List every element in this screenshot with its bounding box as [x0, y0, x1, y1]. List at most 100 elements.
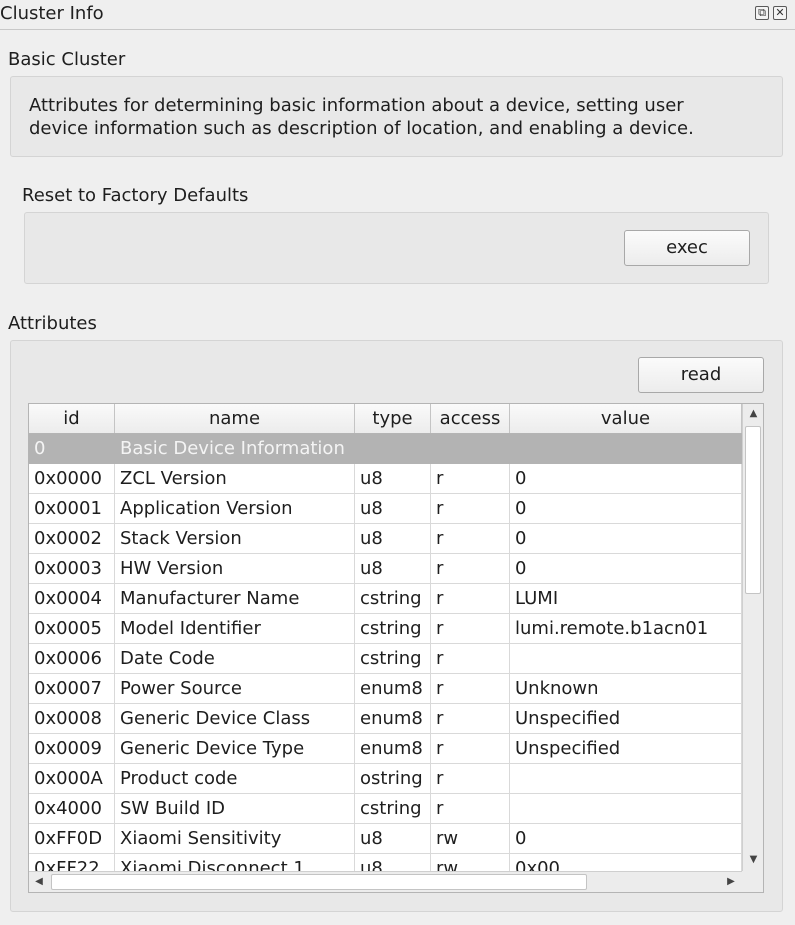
read-button[interactable]: read: [638, 357, 764, 393]
scroll-down-icon[interactable]: ▼: [743, 850, 763, 870]
scroll-left-icon[interactable]: ◀: [29, 872, 49, 892]
cluster-description-box: Attributes for determining basic informa…: [10, 76, 783, 157]
cell-value: Unspecified: [510, 704, 742, 734]
cell-id: 0x0000: [29, 464, 115, 494]
cluster-description: Attributes for determining basic informa…: [29, 94, 749, 140]
table-row[interactable]: 0x0009 Generic Device Type enum8 r Unspe…: [29, 734, 742, 764]
cell-value: 0: [510, 464, 742, 494]
command-label: Reset to Factory Defaults: [22, 185, 249, 206]
table-row[interactable]: 0x0007 Power Source enum8 r Unknown: [29, 674, 742, 704]
cell-id: 0x0001: [29, 494, 115, 524]
cell-access: r: [431, 764, 510, 794]
cell-type: cstring: [355, 794, 431, 824]
cell-id: 0x000A: [29, 764, 115, 794]
cell-name: Application Version: [115, 494, 355, 524]
cell-type: u8: [355, 464, 431, 494]
cell-value: lumi.remote.b1acn01: [510, 614, 742, 644]
cell-name: SW Build ID: [115, 794, 355, 824]
table-row[interactable]: 0x0006 Date Code cstring r: [29, 644, 742, 674]
scroll-right-icon[interactable]: ▶: [721, 872, 741, 892]
cell-id: 0x0004: [29, 584, 115, 614]
scrollbar-corner: [742, 871, 763, 892]
cell-access: r: [431, 614, 510, 644]
column-header-type[interactable]: type: [355, 404, 431, 433]
cell-type: cstring: [355, 584, 431, 614]
table-header: id name type access value: [29, 404, 742, 434]
cell-id: 0xFF22: [29, 854, 115, 871]
cell-access: rw: [431, 824, 510, 854]
cell-name: Date Code: [115, 644, 355, 674]
cluster-name: Basic Cluster: [8, 49, 126, 70]
cell-type: u8: [355, 854, 431, 871]
cell-value: 0: [510, 524, 742, 554]
description-line-1: Attributes for determining basic informa…: [29, 95, 684, 116]
table-row[interactable]: 0x4000 SW Build ID cstring r: [29, 794, 742, 824]
column-header-id[interactable]: id: [29, 404, 115, 433]
column-header-access[interactable]: access: [431, 404, 510, 433]
cell-access: r: [431, 524, 510, 554]
cell-value: Unspecified: [510, 734, 742, 764]
table-row[interactable]: 0x0001 Application Version u8 r 0: [29, 494, 742, 524]
cell-value: [510, 764, 742, 794]
horizontal-scroll-thumb[interactable]: [51, 874, 587, 890]
cell-id: 0x0005: [29, 614, 115, 644]
cell-access: r: [431, 494, 510, 524]
cell-name: Xiaomi Sensitivity: [115, 824, 355, 854]
cell-name: ZCL Version: [115, 464, 355, 494]
cell-value: [510, 644, 742, 674]
table-row[interactable]: 0xFF0D Xiaomi Sensitivity u8 rw 0: [29, 824, 742, 854]
table-row[interactable]: 0x0000 ZCL Version u8 r 0: [29, 464, 742, 494]
group-row[interactable]: 0 Basic Device Information: [29, 434, 742, 464]
cell-id: 0x0008: [29, 704, 115, 734]
cell-name: Xiaomi Disconnect 1: [115, 854, 355, 871]
cell-access: r: [431, 704, 510, 734]
cell-access: r: [431, 674, 510, 704]
cell-value: LUMI: [510, 584, 742, 614]
cell-type: cstring: [355, 644, 431, 674]
vertical-scrollbar[interactable]: ▲ ▼: [742, 404, 763, 871]
cell-type: ostring: [355, 764, 431, 794]
cell-type: enum8: [355, 734, 431, 764]
column-header-name[interactable]: name: [115, 404, 355, 433]
group-id: 0: [34, 438, 46, 459]
table-row[interactable]: 0x000A Product code ostring r: [29, 764, 742, 794]
cell-access: r: [431, 584, 510, 614]
cell-name: Manufacturer Name: [115, 584, 355, 614]
cell-value: Unknown: [510, 674, 742, 704]
vertical-scroll-thumb[interactable]: [745, 426, 761, 594]
cell-access: rw: [431, 854, 510, 871]
cell-access: r: [431, 464, 510, 494]
cell-access: r: [431, 734, 510, 764]
attributes-grid: id name type access value 0 Basic Device…: [29, 404, 742, 871]
cell-id: 0x0006: [29, 644, 115, 674]
cell-type: u8: [355, 554, 431, 584]
column-header-value[interactable]: value: [510, 404, 742, 433]
cell-name: Model Identifier: [115, 614, 355, 644]
close-icon[interactable]: ✕: [773, 6, 787, 20]
title-bar: Cluster Info ⧉ ✕: [0, 0, 795, 30]
table-row[interactable]: 0xFF22 Xiaomi Disconnect 1 u8 rw 0x00: [29, 854, 742, 871]
cell-name: Generic Device Class: [115, 704, 355, 734]
table-row[interactable]: 0x0003 HW Version u8 r 0: [29, 554, 742, 584]
cell-value: 0x00: [510, 854, 742, 871]
command-box: exec: [24, 212, 769, 284]
cluster-info-panel: Cluster Info ⧉ ✕ Basic Cluster Attribute…: [0, 0, 795, 925]
scroll-up-icon[interactable]: ▲: [743, 404, 763, 424]
attributes-table[interactable]: id name type access value 0 Basic Device…: [28, 403, 764, 893]
cell-value: 0: [510, 554, 742, 584]
table-row[interactable]: 0x0008 Generic Device Class enum8 r Unsp…: [29, 704, 742, 734]
cell-type: u8: [355, 524, 431, 554]
cell-value: 0: [510, 824, 742, 854]
table-row[interactable]: 0x0002 Stack Version u8 r 0: [29, 524, 742, 554]
table-row[interactable]: 0x0004 Manufacturer Name cstring r LUMI: [29, 584, 742, 614]
cell-id: 0x0002: [29, 524, 115, 554]
cell-name: Stack Version: [115, 524, 355, 554]
table-row[interactable]: 0x0005 Model Identifier cstring r lumi.r…: [29, 614, 742, 644]
cell-name: Generic Device Type: [115, 734, 355, 764]
cell-id: 0x0009: [29, 734, 115, 764]
cell-type: enum8: [355, 674, 431, 704]
float-icon[interactable]: ⧉: [755, 6, 769, 20]
cell-name: HW Version: [115, 554, 355, 584]
exec-button[interactable]: exec: [624, 230, 750, 266]
horizontal-scrollbar[interactable]: ◀ ▶: [29, 871, 742, 892]
